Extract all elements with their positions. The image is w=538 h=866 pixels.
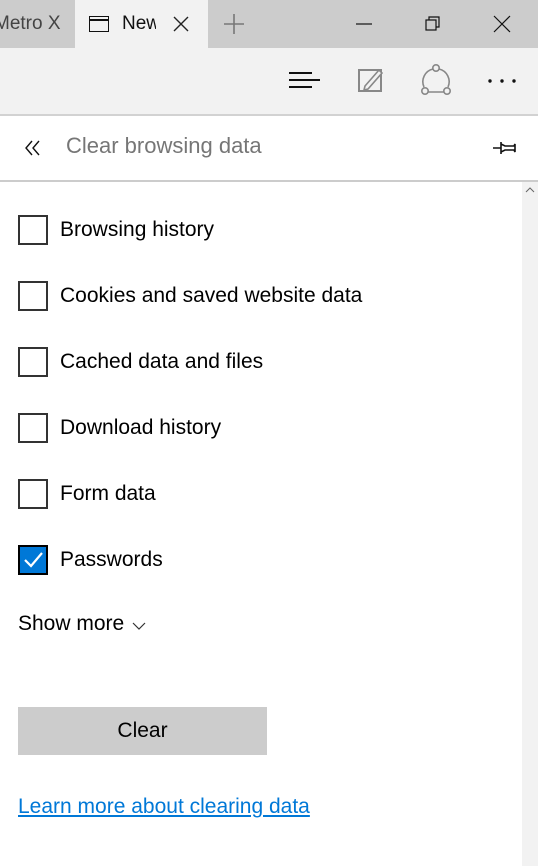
option-form-data[interactable]: Form data	[18, 479, 156, 509]
pin-icon[interactable]	[492, 138, 518, 158]
option-download-history[interactable]: Download history	[18, 413, 221, 443]
learn-more-link[interactable]: Learn more about clearing data	[18, 795, 310, 819]
tab-label: New	[122, 13, 156, 34]
checkbox-checked[interactable]	[18, 545, 48, 575]
option-cached-data[interactable]: Cached data and files	[18, 347, 263, 377]
scroll-up-arrow-icon[interactable]	[525, 186, 535, 194]
option-label: Browsing history	[60, 218, 215, 241]
option-label: Download history	[60, 416, 222, 439]
chevron-down-icon	[132, 622, 146, 630]
panel-divider	[0, 180, 538, 182]
option-label: Form data	[60, 482, 156, 505]
checkbox[interactable]	[18, 281, 48, 311]
hub-icon[interactable]	[286, 63, 320, 97]
web-note-icon[interactable]	[354, 63, 388, 97]
minimize-icon[interactable]	[352, 12, 376, 36]
option-browsing-history[interactable]: Browsing history	[18, 215, 214, 245]
checkbox[interactable]	[18, 215, 48, 245]
double-chevron-left-icon[interactable]	[22, 137, 44, 159]
panel-title: Clear browsing data	[66, 133, 262, 158]
checkbox[interactable]	[18, 413, 48, 443]
plus-icon[interactable]	[222, 12, 246, 36]
checkbox[interactable]	[18, 347, 48, 377]
show-more-label: Show more	[18, 612, 125, 635]
option-passwords[interactable]: Passwords	[18, 545, 163, 575]
scrollbar[interactable]	[522, 182, 538, 866]
tab-metro-x[interactable]: Metro X	[0, 0, 75, 48]
option-cookies[interactable]: Cookies and saved website data	[18, 281, 362, 311]
window-icon	[89, 16, 109, 32]
tab-new[interactable]: New	[75, 0, 208, 48]
option-label: Cookies and saved website data	[60, 284, 363, 307]
tab-label: Metro X	[0, 13, 61, 34]
more-icon[interactable]	[485, 63, 519, 97]
restore-icon[interactable]	[421, 12, 445, 36]
option-label: Cached data and files	[60, 350, 264, 373]
clear-button[interactable]: Clear	[18, 707, 267, 755]
share-icon[interactable]	[419, 63, 453, 97]
option-label: Passwords	[60, 548, 163, 571]
close-icon[interactable]	[490, 12, 514, 36]
close-tab-icon[interactable]	[171, 14, 191, 34]
title-bar: Metro X New	[0, 0, 538, 48]
toolbar	[0, 48, 538, 114]
checkbox[interactable]	[18, 479, 48, 509]
show-more-toggle[interactable]: Show more	[18, 612, 146, 636]
checkmark-icon	[24, 552, 43, 568]
